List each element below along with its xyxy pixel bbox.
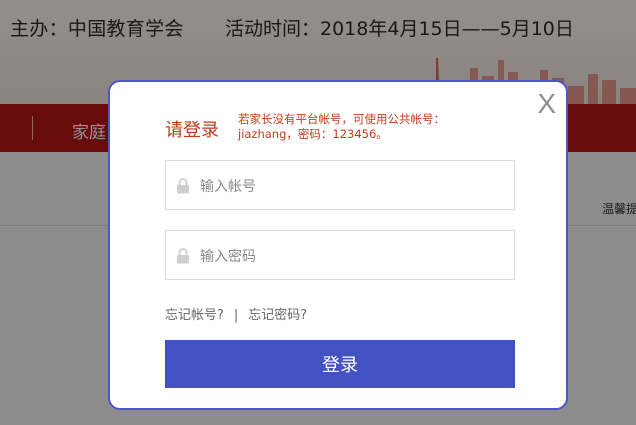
forgot-account-link[interactable]: 忘记帐号?	[165, 308, 224, 323]
login-modal: X 请登录 若家长没有平台帐号，可使用公共帐号：jiazhang，密码：1234…	[108, 80, 568, 410]
login-title: 请登录	[165, 120, 219, 141]
link-separator: |	[233, 308, 239, 323]
account-input[interactable]	[198, 173, 502, 201]
password-field[interactable]	[165, 230, 515, 280]
public-account-notice: 若家长没有平台帐号，可使用公共帐号：jiazhang，密码：123456。	[238, 112, 445, 141]
login-button[interactable]: 登录	[165, 340, 515, 388]
forgot-links: 忘记帐号? | 忘记密码?	[165, 304, 307, 323]
lock-icon	[176, 248, 190, 268]
forgot-password-link[interactable]: 忘记密码?	[248, 308, 307, 323]
lock-icon	[176, 178, 190, 198]
account-field[interactable]	[165, 160, 515, 210]
password-input[interactable]	[198, 243, 502, 271]
close-button[interactable]: X	[537, 88, 556, 120]
